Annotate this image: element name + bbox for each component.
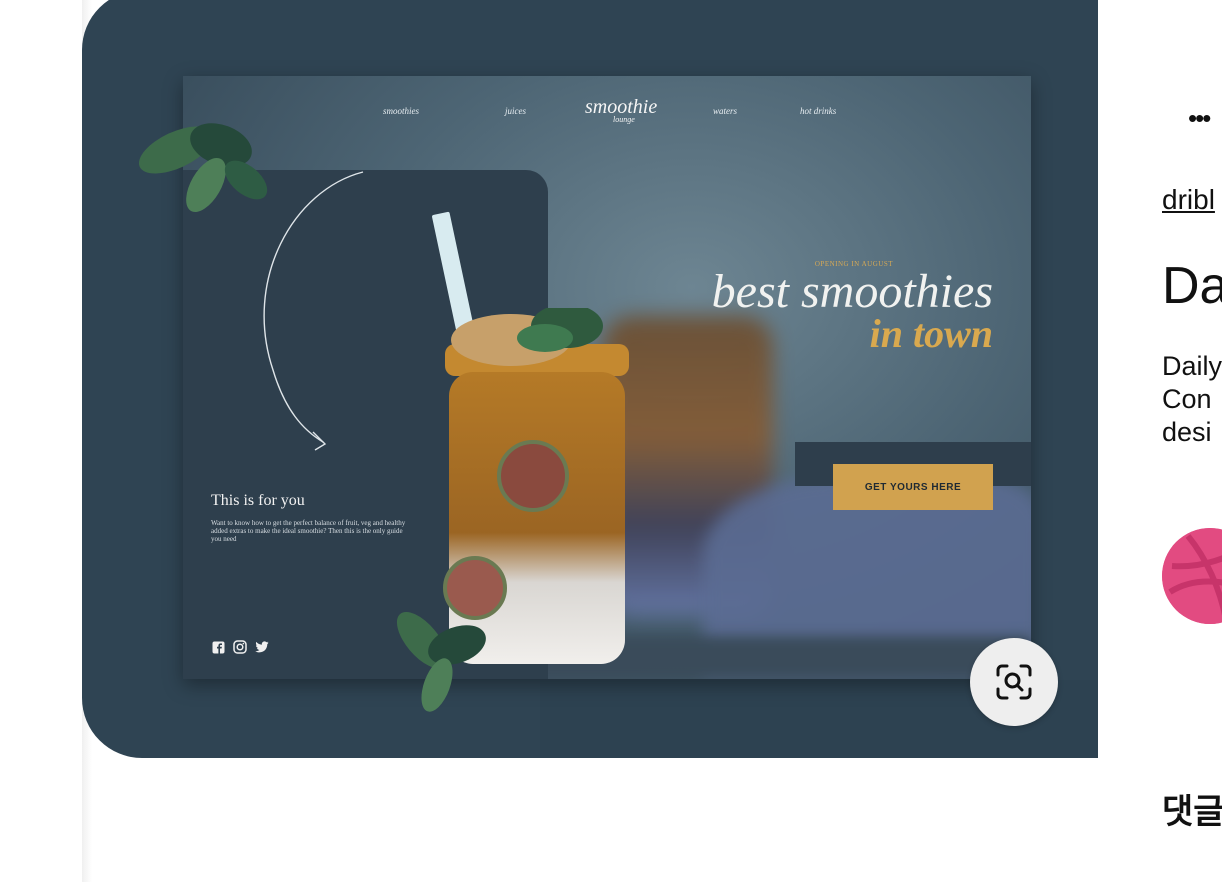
dribbble-icon xyxy=(1162,528,1222,624)
description-line: Con xyxy=(1162,384,1212,414)
nav-juices: juices xyxy=(505,106,526,116)
pin-closeup-page: smoothies juices smoothie lounge waters … xyxy=(0,0,1222,882)
panel-body: Want to know how to get the perfect bala… xyxy=(211,519,406,543)
nav-smoothies: smoothies xyxy=(383,106,419,116)
description-line: Daily xyxy=(1162,351,1222,381)
nav-waters: waters xyxy=(713,106,738,116)
get-yours-button: GET YOURS HERE xyxy=(833,464,993,510)
comments-heading: 댓글 xyxy=(1162,792,1222,832)
mint-leaves-top xyxy=(138,123,268,213)
hero-line-2: in town xyxy=(869,311,993,356)
source-link[interactable]: dribl xyxy=(1162,184,1215,216)
pin-description: Daily Con desi xyxy=(1162,350,1222,449)
pin-title: Da xyxy=(1162,257,1222,315)
social-links xyxy=(211,640,269,654)
nav-hot-drinks: hot drinks xyxy=(800,106,837,116)
description-line: desi xyxy=(1162,417,1212,447)
pin-image-card[interactable]: smoothies juices smoothie lounge waters … xyxy=(82,0,1098,758)
smoothie-logo: smoothie lounge xyxy=(585,96,657,124)
pin-screenshot: smoothies juices smoothie lounge waters … xyxy=(183,76,1031,679)
more-options-button[interactable]: ••• xyxy=(1188,105,1211,131)
facebook-icon xyxy=(211,640,225,654)
instagram-icon xyxy=(233,640,247,654)
hero-headline: OPENING IN AUGUST best smoothies in town xyxy=(711,260,993,356)
mint-leaves-bottom xyxy=(396,611,486,712)
visual-search-button[interactable] xyxy=(970,638,1058,726)
panel-heading: This is for you xyxy=(211,492,305,509)
visual-search-icon xyxy=(996,664,1032,700)
creator-avatar[interactable] xyxy=(1162,528,1222,624)
hero-line-1: best smoothies xyxy=(711,265,993,318)
twitter-icon xyxy=(255,640,269,654)
